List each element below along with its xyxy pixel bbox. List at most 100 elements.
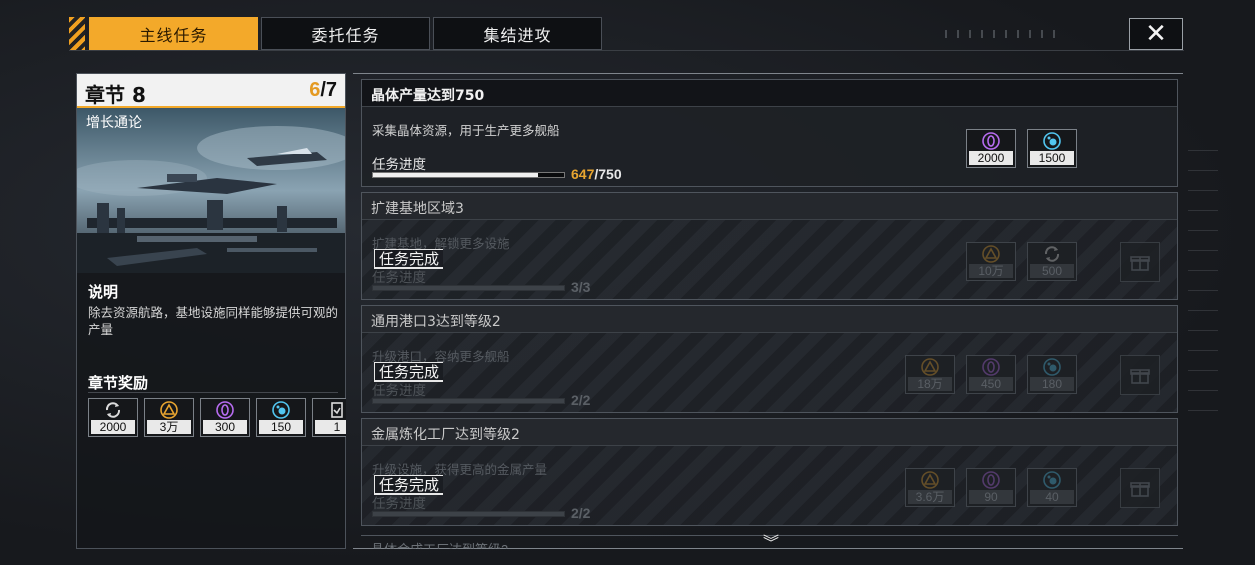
task-card-completed[interactable]: 通用港口3达到等级2 升级港口，容纳更多舰船 任务进度 2/2 任务完成 18万… — [361, 305, 1178, 413]
task-header: 晶体产量达到750 — [362, 80, 1177, 107]
task-title: 扩建基地区域3 — [371, 201, 464, 217]
reward-value: 40 — [1030, 490, 1074, 504]
side-decoration — [1188, 150, 1218, 430]
claimed-chest-icon — [1120, 242, 1160, 282]
task-reward-item[interactable]: 40 — [1027, 468, 1077, 507]
reward-value: 150 — [259, 420, 303, 434]
task-progress-fill — [373, 399, 564, 403]
chapter-title: 章节 8 — [85, 83, 146, 107]
close-button[interactable]: ✕ — [1129, 18, 1183, 50]
task-reward-item[interactable]: 180 — [1027, 355, 1077, 394]
reward-value: 2000 — [91, 420, 135, 434]
chapter-reward-item[interactable]: 150 — [256, 398, 306, 437]
chapter-reward-item[interactable]: 300 — [200, 398, 250, 437]
task-header: 金属炼化工厂达到等级2 — [362, 419, 1177, 446]
task-reward-item[interactable]: 2000 — [966, 129, 1016, 168]
task-progress-total: /2 — [578, 505, 591, 521]
purple-crystal-icon — [982, 358, 1000, 376]
tab-rally-attack[interactable]: 集结进攻 — [433, 17, 602, 50]
task-progress-total: /750 — [594, 166, 622, 182]
task-progress-label: 任务进度 — [372, 496, 426, 512]
task-header: 通用港口3达到等级2 — [362, 306, 1177, 333]
frame-top — [353, 73, 1183, 74]
task-progress-value: 647/750 — [571, 166, 622, 182]
chapter-artwork: 增长通论 — [77, 108, 345, 273]
reward-value: 18万 — [908, 377, 952, 391]
reward-divider — [88, 392, 338, 393]
purple-crystal-icon — [216, 401, 234, 419]
chapter-reward-item[interactable]: 2000 — [88, 398, 138, 437]
task-complete-stamp: 任务完成 — [374, 249, 444, 269]
document-icon — [331, 402, 343, 418]
chapter-panel: 章节 8 6/7 增长通论 说明 除去资源航路，基地设施同样能够提供可观的产量 … — [76, 73, 346, 549]
task-progress-value: 2/2 — [571, 505, 590, 521]
task-complete-stamp: 任务完成 — [374, 475, 444, 495]
purple-crystal-icon — [982, 471, 1000, 489]
reward-value: 450 — [969, 377, 1013, 391]
blue-orb-icon — [272, 401, 290, 419]
close-x-icon: ✕ — [1145, 19, 1167, 49]
task-reward-item[interactable]: 3.6万 — [905, 468, 955, 507]
task-progress-total: /3 — [578, 279, 591, 295]
task-progress-current: 2 — [571, 392, 579, 408]
header-decoration — [945, 30, 1065, 38]
blue-orb-icon — [1043, 358, 1061, 376]
task-progress-current: 2 — [571, 505, 579, 521]
task-progress-fill — [373, 173, 538, 177]
task-progress-bar — [372, 172, 565, 178]
reward-value: 1500 — [1030, 151, 1074, 165]
chapter-progress-total: /7 — [320, 79, 337, 101]
claimed-chest-icon — [1120, 355, 1160, 395]
task-progress-current: 3 — [571, 279, 579, 295]
tab-main-quests[interactable]: 主线任务 — [89, 17, 258, 50]
reward-value: 500 — [1030, 264, 1074, 278]
header-divider — [69, 50, 1184, 51]
reward-value: 180 — [1030, 377, 1074, 391]
chapter-reward-item[interactable]: 1 — [312, 398, 346, 437]
task-progress-label: 任务进度 — [372, 270, 426, 286]
task-title: 晶体产量达到750 — [371, 88, 485, 104]
task-progress-label: 任务进度 — [372, 383, 426, 399]
cycle-icon — [105, 402, 121, 418]
reward-value: 300 — [203, 420, 247, 434]
tab-commission-quests[interactable]: 委托任务 — [261, 17, 430, 50]
task-progress-value: 2/2 — [571, 392, 590, 408]
chapter-name: 增长通论 — [86, 115, 142, 131]
task-progress-value: 3/3 — [571, 279, 590, 295]
task-reward-item[interactable]: 10万 — [966, 242, 1016, 281]
task-progress-label: 任务进度 — [372, 157, 426, 173]
chapter-reward-item[interactable]: 3万 — [144, 398, 194, 437]
task-title: 金属炼化工厂达到等级2 — [371, 427, 520, 443]
reward-value: 90 — [969, 490, 1013, 504]
task-list[interactable]: 晶体产量达到750 采集晶体资源，用于生产更多舰船 任务进度 647/750 2… — [353, 73, 1183, 552]
chapter-header: 章节 8 6/7 — [77, 74, 345, 108]
task-reward-item[interactable]: 500 — [1027, 242, 1077, 281]
task-reward-item[interactable]: 90 — [966, 468, 1016, 507]
task-card-completed[interactable]: 扩建基地区域3 扩建基地，解锁更多设施 任务进度 3/3 任务完成 10万 50… — [361, 192, 1178, 300]
task-card-completed[interactable]: 金属炼化工厂达到等级2 升级设施，获得更高的金属产量 任务进度 2/2 任务完成… — [361, 418, 1178, 526]
task-reward-item[interactable]: 18万 — [905, 355, 955, 394]
tab-bar-decoration — [69, 17, 85, 50]
task-progress-total: /2 — [578, 392, 591, 408]
task-card[interactable]: 晶体产量达到750 采集晶体资源，用于生产更多舰船 任务进度 647/750 2… — [361, 79, 1178, 187]
triangle-ore-icon — [921, 358, 939, 376]
task-progress-fill — [373, 286, 564, 290]
task-progress-bar — [372, 398, 565, 404]
chapter-progress-current: 6 — [309, 79, 321, 101]
task-reward-item[interactable]: 1500 — [1027, 129, 1077, 168]
task-progress-bar — [372, 511, 565, 517]
chevron-down-icon[interactable]: ︾ — [763, 529, 779, 553]
task-reward-item[interactable]: 450 — [966, 355, 1016, 394]
task-header: 扩建基地区域3 — [362, 193, 1177, 220]
triangle-ore-icon — [982, 245, 1000, 263]
reward-value: 1 — [315, 420, 346, 434]
triangle-ore-icon — [921, 471, 939, 489]
task-progress-current: 647 — [571, 166, 595, 182]
peek-task-title: 晶体合成工厂达到等级2 — [371, 539, 508, 549]
chapter-reward-list: 2000 3万 300 150 1 — [88, 398, 346, 438]
description-text: 除去资源航路，基地设施同样能够提供可观的产量 — [88, 305, 339, 337]
reward-value: 2000 — [969, 151, 1013, 165]
space-base-illustration — [77, 108, 345, 273]
reward-value: 10万 — [969, 264, 1013, 278]
task-progress-fill — [373, 512, 564, 516]
